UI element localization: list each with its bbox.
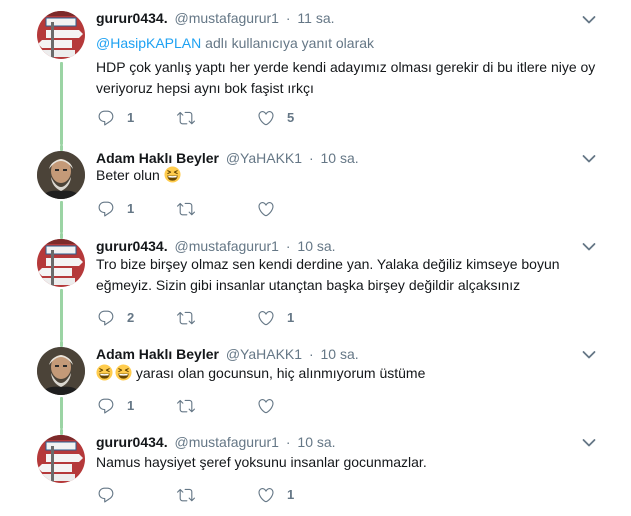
user-handle[interactable]: @mustafagurur1	[174, 434, 278, 450]
thread-line	[60, 397, 63, 429]
separator-dot: ·	[285, 238, 291, 254]
reply-button[interactable]: 2	[97, 308, 134, 328]
chevron-down-icon[interactable]	[582, 242, 596, 252]
like-button[interactable]: 1	[257, 308, 294, 328]
avatar[interactable]	[37, 11, 85, 59]
like-button[interactable]	[257, 396, 287, 416]
retweet-button[interactable]	[177, 308, 207, 328]
laughing-emoji-icon	[115, 364, 132, 381]
reply-context: @HasipKAPLAN adlı kullanıcıya yanıt olar…	[96, 34, 374, 52]
chevron-down-icon[interactable]	[582, 15, 596, 25]
reply-count: 1	[127, 201, 135, 216]
heart-icon	[257, 309, 275, 327]
retweet-icon	[177, 309, 195, 327]
timestamp[interactable]: 10 sa.	[297, 434, 335, 450]
avatar-sign-image	[37, 239, 85, 287]
avatar-man-image	[37, 347, 85, 395]
heart-icon	[257, 486, 275, 504]
like-count: 5	[287, 110, 295, 125]
reply-count: 2	[127, 310, 135, 325]
display-name[interactable]: Adam Haklı Beyler	[96, 346, 219, 362]
reply-count: 1	[127, 398, 135, 413]
chevron-down-icon[interactable]	[582, 438, 596, 448]
reply-icon	[97, 309, 115, 327]
like-button[interactable]	[257, 199, 287, 219]
retweet-button[interactable]	[177, 199, 207, 219]
retweet-button[interactable]	[177, 108, 207, 128]
chevron-down-icon[interactable]	[582, 154, 596, 164]
tweet-text: yarası olan gocunsun, hiç alınmıyorum üs…	[96, 363, 616, 384]
tweet-header: gurur0434. @mustafagurur1 · 10 sa.	[96, 433, 336, 451]
display-name[interactable]: Adam Haklı Beyler	[96, 150, 219, 166]
separator-dot: ·	[308, 346, 314, 362]
like-count: 1	[287, 310, 295, 325]
user-handle[interactable]: @mustafagurur1	[174, 10, 278, 26]
tweet[interactable]: gurur0434. @mustafagurur1 · 10 sa. Namus…	[0, 429, 631, 516]
avatar[interactable]	[37, 151, 85, 199]
reply-icon	[97, 397, 115, 415]
laughing-emoji-icon	[164, 166, 181, 183]
reply-icon	[97, 486, 115, 504]
timestamp[interactable]: 10 sa.	[321, 346, 359, 362]
tweet-text-content: Beter olun	[96, 167, 160, 183]
tweet-text: Namus haysiyet şeref yoksunu insanlar go…	[96, 454, 427, 470]
avatar[interactable]	[37, 435, 85, 483]
like-button[interactable]: 1	[257, 485, 294, 505]
like-button[interactable]: 5	[257, 108, 294, 128]
retweet-icon	[177, 200, 195, 218]
tweet[interactable]: gurur0434. @mustafagurur1 · 10 sa. Tro b…	[0, 233, 631, 341]
heart-icon	[257, 200, 275, 218]
avatar-sign-image	[37, 435, 85, 483]
timestamp[interactable]: 10 sa.	[297, 238, 335, 254]
tweet-header: gurur0434. @mustafagurur1 · 11 sa.	[96, 9, 335, 27]
reply-count: 1	[127, 110, 135, 125]
reply-icon	[97, 200, 115, 218]
reply-button[interactable]	[97, 485, 127, 505]
retweet-icon	[177, 486, 195, 504]
heart-icon	[257, 397, 275, 415]
laughing-emoji-icon	[96, 364, 113, 381]
user-handle[interactable]: @YaHAKK1	[226, 150, 302, 166]
tweet-header: Adam Haklı Beyler @YaHAKK1 · 10 sa.	[96, 345, 359, 363]
tweet-text-content: yarası olan gocunsun, hiç alınmıyorum üs…	[135, 365, 426, 381]
separator-dot: ·	[285, 10, 291, 26]
thread-line	[60, 201, 63, 233]
tweet[interactable]: Adam Haklı Beyler @YaHAKK1 · 10 sa. yara…	[0, 341, 631, 429]
reply-button[interactable]: 1	[97, 396, 134, 416]
tweet[interactable]: Adam Haklı Beyler @YaHAKK1 · 10 sa. Bete…	[0, 145, 631, 233]
avatar[interactable]	[37, 239, 85, 287]
avatar-man-image	[37, 151, 85, 199]
retweet-icon	[177, 109, 195, 127]
timestamp[interactable]: 10 sa.	[321, 150, 359, 166]
separator-dot: ·	[285, 434, 291, 450]
avatar-sign-image	[37, 11, 85, 59]
tweet-text: Beter olun	[96, 165, 616, 186]
timestamp[interactable]: 11 sa.	[297, 10, 334, 26]
separator-dot: ·	[308, 150, 314, 166]
mention-link[interactable]: @HasipKAPLAN	[96, 35, 201, 51]
reply-icon	[97, 109, 115, 127]
display-name[interactable]: gurur0434.	[96, 238, 168, 254]
reply-context-text: adlı kullanıcıya yanıt olarak	[201, 35, 375, 51]
user-handle[interactable]: @YaHAKK1	[226, 346, 302, 362]
thread-line	[60, 289, 63, 341]
tweet-text: HDP çok yanlış yaptı her yerde kendi ada…	[96, 59, 596, 96]
display-name[interactable]: gurur0434.	[96, 10, 168, 26]
heart-icon	[257, 109, 275, 127]
thread-line	[60, 62, 63, 145]
retweet-icon	[177, 397, 195, 415]
reply-button[interactable]: 1	[97, 199, 134, 219]
avatar[interactable]	[37, 347, 85, 395]
display-name[interactable]: gurur0434.	[96, 434, 168, 450]
chevron-down-icon[interactable]	[582, 350, 596, 360]
tweet-text: Tro bize birşey olmaz sen kendi derdine …	[96, 256, 560, 293]
user-handle[interactable]: @mustafagurur1	[174, 238, 278, 254]
tweet-header: gurur0434. @mustafagurur1 · 10 sa.	[96, 237, 336, 255]
reply-button[interactable]: 1	[97, 108, 134, 128]
retweet-button[interactable]	[177, 485, 207, 505]
like-count: 1	[287, 487, 295, 502]
tweet[interactable]: gurur0434. @mustafagurur1 · 11 sa. @Hasi…	[0, 0, 631, 145]
retweet-button[interactable]	[177, 396, 207, 416]
